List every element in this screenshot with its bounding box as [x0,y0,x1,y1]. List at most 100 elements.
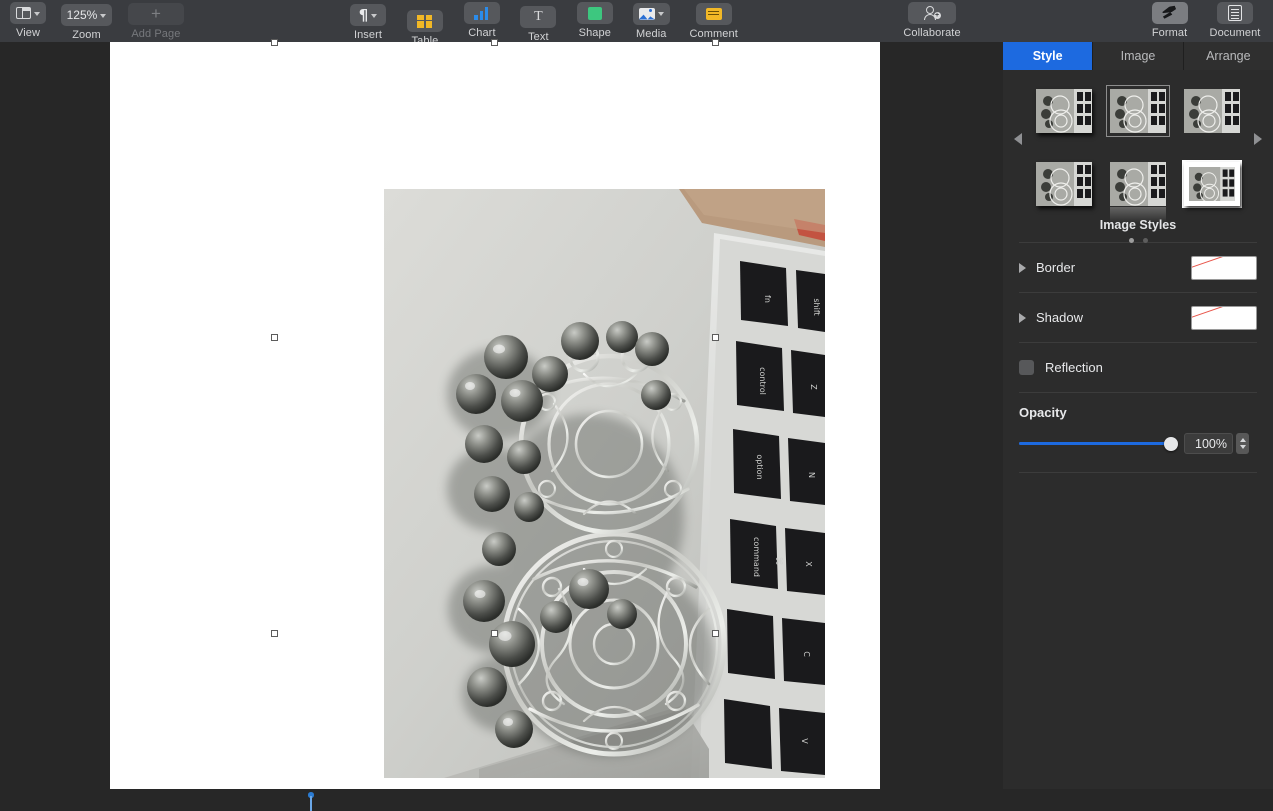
text-button[interactable]: T Text [512,4,564,43]
toolbar-collaborate-group: + Collaborate [898,0,966,42]
text-button-face[interactable]: T [520,5,557,28]
media-button[interactable]: Media [625,1,677,40]
media-button-face[interactable] [632,2,670,25]
format-paintbrush-icon [1161,5,1179,21]
view-layout-icon [16,7,31,19]
comment-button-face[interactable] [695,2,732,25]
styles-page-dots[interactable] [1003,238,1273,243]
comment-label: Comment [689,27,738,40]
collaborate-button[interactable]: + Collaborate [898,0,966,39]
chevron-down-icon [34,11,40,16]
media-photo-icon [638,7,655,20]
collaborate-button-face[interactable]: + [908,2,956,24]
document-page[interactable]: fn shift control Z option N command X C … [110,39,880,811]
add-page-button[interactable]: + Add Page [121,1,191,40]
tab-image[interactable]: Image [1093,42,1184,70]
opacity-controls: 100% [1019,433,1257,454]
media-label: Media [636,27,667,40]
divider-below-opacity [1019,472,1257,473]
selected-image-object[interactable]: fn shift control Z option N command X C … [384,189,825,778]
thumb-photo [1110,88,1166,133]
reflection-row[interactable]: Reflection [1003,343,1273,392]
comment-button[interactable]: Comment [682,1,746,40]
add-page-button-face[interactable]: + [127,3,184,25]
view-button[interactable]: View [4,0,52,39]
resize-handle-bottom-left[interactable] [271,630,278,637]
shape-button[interactable]: Shape [569,0,621,39]
image-style-thumb-2[interactable] [1106,84,1170,137]
page-dot-2[interactable] [1142,238,1148,243]
chart-button-face[interactable] [463,2,500,24]
image-styles-panel: Image Styles [1003,70,1273,243]
format-sidebar: Style Image Arrange Image Styles Border … [1003,42,1273,789]
pilcrow-icon: ¶ [358,5,369,24]
image-style-thumb-5[interactable] [1110,161,1166,223]
zoom-level-value: 125% [66,8,98,22]
shadow-row[interactable]: Shadow [1003,293,1273,342]
disclosure-triangle-icon[interactable] [1019,312,1026,323]
main-toolbar: View 125% Zoom + Add Page ¶ Insert Table… [0,0,1273,47]
shadow-none-swatch[interactable] [1191,305,1257,330]
shape-label: Shape [578,27,611,39]
chart-label: Chart [468,27,496,39]
reflection-checkbox[interactable] [1019,360,1034,375]
stepper-down-icon[interactable] [1239,445,1246,449]
canvas-workarea[interactable]: fn shift control Z option N command X C … [0,39,1003,811]
format-label: Format [1151,27,1188,39]
sidebar-tab-bar: Style Image Arrange [1003,42,1273,70]
stepper-up-icon[interactable] [1239,438,1246,442]
page-dot-1[interactable] [1128,238,1134,243]
format-button[interactable]: Format [1143,0,1197,39]
resize-handle-top-left[interactable] [271,39,278,46]
right-triangle-icon[interactable] [1254,133,1262,145]
image-style-thumb-3[interactable] [1184,88,1240,133]
thumb-photo [1036,88,1092,133]
shadow-label: Shadow [1036,310,1083,325]
image-style-thumb-1[interactable] [1036,88,1092,133]
left-triangle-icon[interactable] [1014,133,1022,145]
border-none-swatch[interactable] [1191,255,1257,280]
view-button-face[interactable] [10,2,46,24]
collaborate-label: Collaborate [903,27,961,39]
zoom-button[interactable]: 125% Zoom [56,2,116,41]
opacity-section: Opacity 100% [1003,393,1273,454]
disclosure-triangle-icon[interactable] [1019,262,1026,273]
border-label: Border [1036,260,1076,275]
resize-handle-bottom-right[interactable] [712,630,719,637]
opacity-stepper[interactable] [1236,433,1249,454]
document-button[interactable]: Document [1201,0,1269,39]
insert-label: Insert [353,29,383,41]
format-button-face[interactable] [1151,2,1188,24]
shape-square-icon [587,6,602,20]
image-style-thumb-4[interactable] [1036,161,1092,206]
thumb-photo [1036,161,1092,206]
opacity-slider-knob[interactable] [1164,436,1178,451]
table-button-face[interactable] [406,10,443,32]
plus-icon: + [150,4,161,23]
opacity-value-field[interactable]: 100% [1184,433,1233,454]
chart-button[interactable]: Chart [456,0,508,39]
resize-handle-middle-left[interactable] [271,334,278,341]
document-label: Document [1209,27,1261,39]
chevron-down-icon [371,13,378,18]
resize-handle-middle-right[interactable] [712,334,719,341]
tab-style[interactable]: Style [1003,42,1094,70]
chevron-down-icon [657,12,664,16]
resize-handle-bottom-center[interactable] [491,630,498,637]
shape-button-face[interactable] [576,2,613,24]
text-t-icon: T [534,8,543,24]
opacity-label: Opacity [1019,405,1067,420]
insert-button-face[interactable]: ¶ [350,4,386,26]
zoom-button-face[interactable]: 125% [60,4,113,26]
tab-arrange[interactable]: Arrange [1183,42,1273,70]
border-row[interactable]: Border [1003,243,1273,292]
comment-icon [705,7,722,20]
resize-handle-top-center[interactable] [491,39,498,46]
insert-button[interactable]: ¶ Insert [342,2,394,41]
document-button-face[interactable] [1217,2,1253,24]
chevron-down-icon [100,13,107,18]
opacity-slider[interactable] [1019,436,1178,452]
resize-handle-top-right[interactable] [712,39,719,46]
zoom-label: Zoom [72,29,101,41]
image-style-thumb-6[interactable] [1182,159,1242,208]
